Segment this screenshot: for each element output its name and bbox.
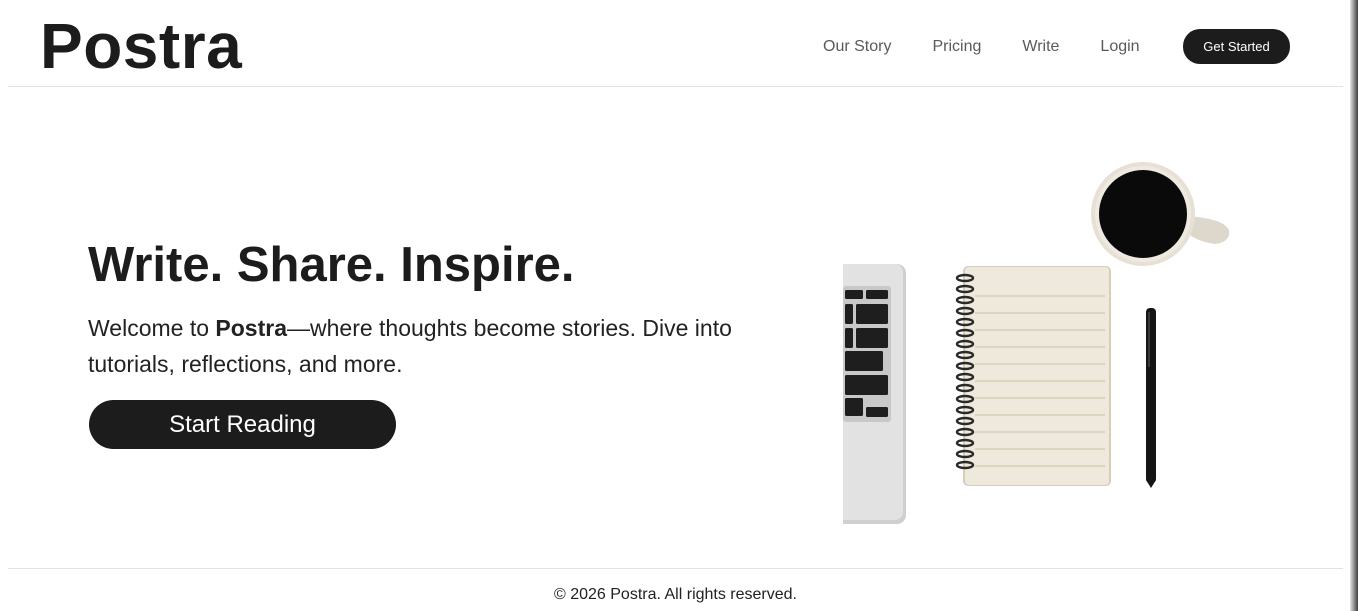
hero-description: Welcome to Postra—where thoughts become …	[88, 310, 738, 382]
nav-write[interactable]: Write	[1022, 36, 1059, 58]
nav-login[interactable]: Login	[1100, 36, 1139, 58]
copyright-text: © 2026 Postra. All rights reserved.	[553, 586, 797, 603]
nav-our-story[interactable]: Our Story	[823, 36, 891, 58]
coffee-cup-image	[1091, 162, 1230, 266]
site-footer: © 2026 Postra. All rights reserved.	[8, 569, 1343, 611]
laptop-image	[843, 264, 906, 524]
nav-pricing[interactable]: Pricing	[932, 36, 981, 58]
site-header: Postra Our Story Pricing Write Login Get…	[0, 0, 1350, 87]
window-edge	[1350, 0, 1358, 611]
notebook-image	[955, 266, 1111, 486]
start-reading-button[interactable]: Start Reading	[89, 400, 396, 449]
site-logo[interactable]: Postra	[40, 11, 242, 81]
header-divider	[8, 86, 1343, 87]
hero-text-intro: Welcome to	[88, 315, 216, 341]
pen-image	[1146, 308, 1156, 488]
hero-brand-name: Postra	[215, 315, 287, 341]
get-started-button[interactable]: Get Started	[1183, 29, 1290, 64]
hero-title: Write. Share. Inspire.	[88, 238, 575, 292]
hero-desk-illustration	[843, 162, 1230, 524]
main-nav: Our Story Pricing Write Login	[823, 36, 1140, 58]
